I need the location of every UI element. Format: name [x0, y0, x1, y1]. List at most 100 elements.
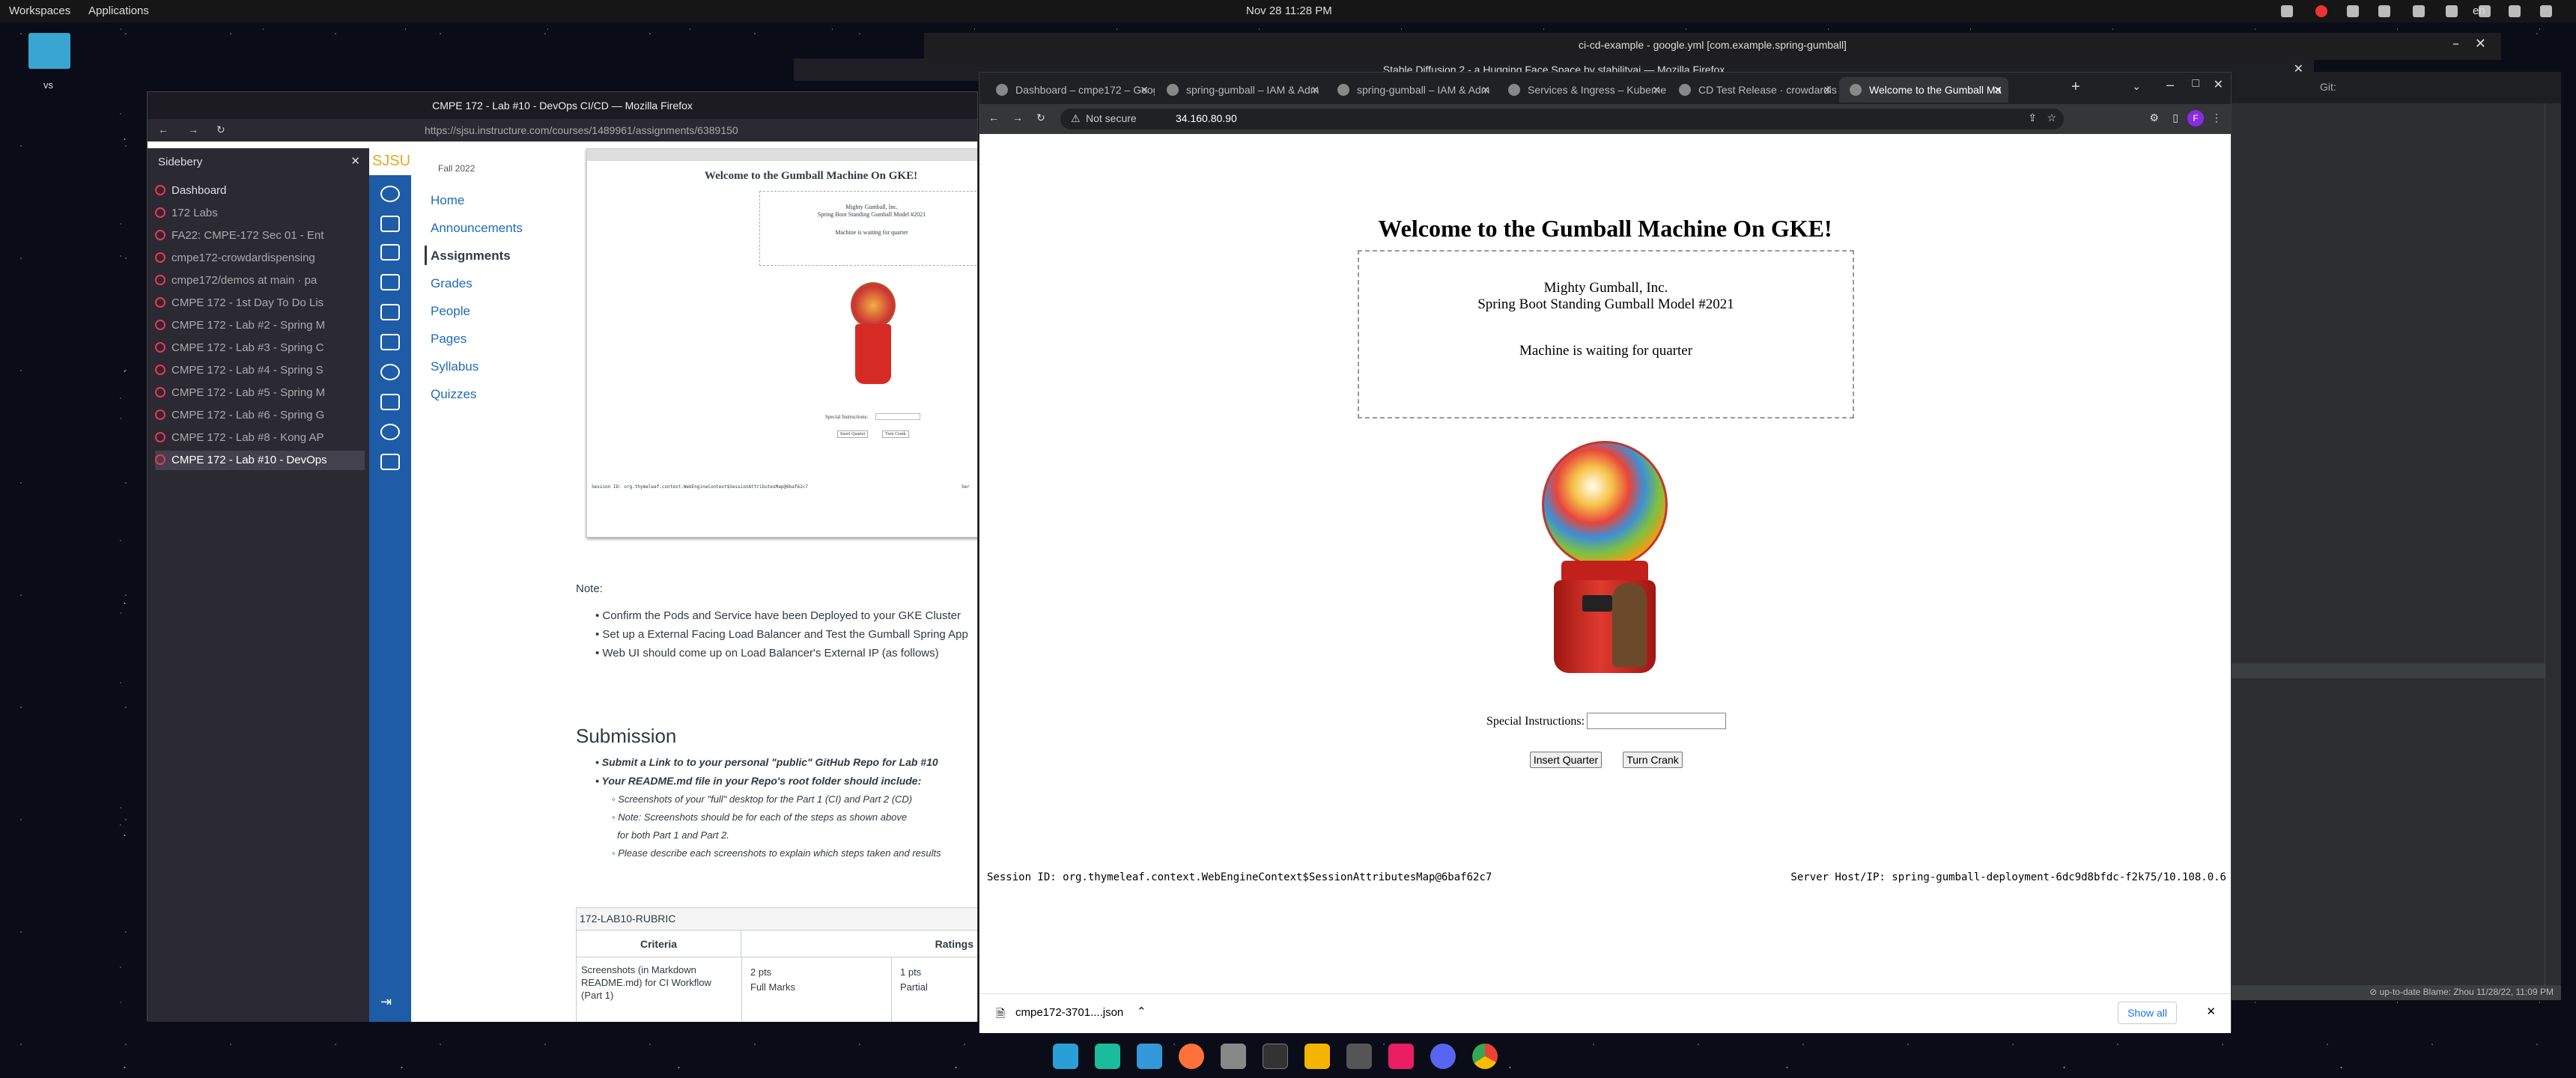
- forward-icon[interactable]: →: [1012, 112, 1023, 124]
- sidebery-title[interactable]: Sidebery: [158, 156, 202, 168]
- url-bar[interactable]: https://sjsu.instructure.com/courses/148…: [425, 124, 738, 136]
- extensions-icon[interactable]: ⚙: [2149, 112, 2159, 124]
- tab-search-icon[interactable]: ⌄: [2132, 80, 2141, 93]
- insert-quarter-button[interactable]: Insert Quarter: [1530, 752, 1602, 768]
- close-icon[interactable]: ✕: [2214, 77, 2223, 92]
- discord2-tray-icon[interactable]: [2413, 5, 2425, 17]
- account-icon[interactable]: [380, 186, 400, 202]
- omnibox[interactable]: ⚠ Not secure 34.160.80.90 ⇪ ☆: [1060, 109, 2064, 130]
- ide-editor[interactable]: [2232, 103, 2561, 882]
- browser-tab[interactable]: spring-gumball – IAM & Adm ✕: [1327, 77, 1496, 103]
- sjsu-logo[interactable]: SJSU: [369, 148, 411, 175]
- dropbox-tray-icon[interactable]: [2446, 5, 2458, 17]
- forward-icon[interactable]: →: [188, 124, 198, 135]
- close-tab-icon[interactable]: ✕: [1310, 77, 1319, 103]
- sidebery-tab[interactable]: 172 Labs: [155, 204, 365, 223]
- show-all-button[interactable]: Show all: [2118, 1002, 2177, 1024]
- profile-avatar[interactable]: F: [2187, 110, 2204, 127]
- close-tab-icon[interactable]: ✕: [1652, 77, 1661, 103]
- course-nav-syllabus[interactable]: Syllabus: [431, 359, 479, 374]
- stats-tray-icon[interactable]: [2347, 5, 2359, 17]
- sidebery-tab[interactable]: Dashboard: [155, 181, 365, 201]
- courses-icon[interactable]: [380, 274, 400, 290]
- browser-tab[interactable]: Services & Ingress – Kuberne ✕: [1498, 77, 1667, 103]
- discord-tray-icon[interactable]: [2281, 5, 2293, 17]
- clock[interactable]: Nov 28 11:28 PM: [1246, 4, 1332, 17]
- reload-icon[interactable]: ↻: [1036, 112, 1045, 124]
- intellij-dock-icon[interactable]: [1388, 1044, 1414, 1069]
- power-tray-icon[interactable]: [2540, 5, 2552, 17]
- close-icon[interactable]: ✕: [350, 154, 360, 168]
- reload-icon[interactable]: ↻: [216, 124, 225, 136]
- close-tab-icon[interactable]: ✕: [1481, 77, 1490, 103]
- library-icon[interactable]: [380, 454, 400, 470]
- network-tray-icon[interactable]: [2509, 5, 2521, 17]
- warning-icon[interactable]: ⚠: [1071, 112, 1081, 125]
- browser-tab[interactable]: spring-gumball – IAM & Adm ✕: [1156, 77, 1325, 103]
- course-nav-announcements[interactable]: Announcements: [431, 221, 523, 236]
- sidebery-tab[interactable]: FA22: CMPE-172 Sec 01 - Ent: [155, 226, 365, 246]
- sidebery-tab[interactable]: CMPE 172 - Lab #5 - Spring M: [155, 383, 365, 403]
- download-file-name[interactable]: cmpe172-3701....json: [1015, 1006, 1123, 1019]
- folder-icon[interactable]: [28, 33, 70, 69]
- workspaces-button[interactable]: Workspaces: [9, 4, 70, 17]
- new-tab-icon[interactable]: +: [2071, 79, 2080, 96]
- firefox-dock-icon[interactable]: [1179, 1044, 1204, 1069]
- turn-crank-button[interactable]: Turn Crank: [1623, 752, 1683, 768]
- sidebery-tab[interactable]: CMPE 172 - Lab #3 - Spring C: [155, 338, 365, 358]
- inbox-icon[interactable]: [380, 334, 400, 350]
- history-icon[interactable]: [380, 364, 400, 380]
- side-panel-icon[interactable]: ▯: [2172, 112, 2178, 124]
- chrome-dock-icon[interactable]: [1472, 1044, 1498, 1069]
- settings-dock-icon[interactable]: [1346, 1044, 1372, 1069]
- bookmark-star-icon[interactable]: ☆: [2047, 112, 2056, 124]
- menu-icon[interactable]: ⋮: [2211, 112, 2222, 124]
- sidebery-tab[interactable]: cmpe172-crowdardispensing: [155, 249, 365, 268]
- files-dock-icon[interactable]: [1221, 1044, 1246, 1069]
- minimize-icon[interactable]: –: [2166, 77, 2174, 93]
- close-tab-icon[interactable]: ✕: [1993, 77, 2002, 103]
- calendar-app-icon[interactable]: [1095, 1044, 1120, 1069]
- cloud-icon[interactable]: [380, 216, 400, 232]
- maximize-icon[interactable]: □: [2192, 77, 2199, 91]
- sidebery-tab[interactable]: CMPE 172 - Lab #2 - Spring M: [155, 316, 365, 335]
- browser-tab[interactable]: Welcome to the Gumball Ma ✕: [1839, 77, 2008, 103]
- settings-tray-icon[interactable]: [2378, 5, 2390, 17]
- sidebery-tab[interactable]: CMPE 172 - Lab #4 - Spring S: [155, 361, 365, 380]
- apps-grid-icon[interactable]: [1137, 1044, 1162, 1069]
- back-icon[interactable]: ←: [158, 124, 168, 135]
- dashboard-icon[interactable]: [380, 244, 400, 261]
- app-icon[interactable]: [1053, 1044, 1078, 1069]
- minimize-icon[interactable]: –: [2452, 36, 2459, 52]
- special-instructions-input[interactable]: [1587, 713, 1726, 729]
- chevron-up-icon[interactable]: ⌃: [1137, 1005, 1146, 1018]
- not-secure-label[interactable]: Not secure: [1086, 112, 1137, 124]
- browser-tab[interactable]: CD Test Release · crowdardis ✕: [1668, 77, 1838, 103]
- folder-dock-icon[interactable]: [1304, 1044, 1330, 1069]
- calendar-icon[interactable]: [380, 304, 400, 320]
- discord-dock-icon[interactable]: [1430, 1044, 1456, 1069]
- close-icon[interactable]: ✕: [2475, 36, 2486, 52]
- course-nav-quizzes[interactable]: Quizzes: [431, 387, 476, 402]
- language-indicator[interactable]: en: [2473, 4, 2485, 17]
- share-icon[interactable]: ⇪: [2028, 112, 2037, 124]
- sidebery-tab[interactable]: CMPE 172 - Lab #10 - DevOps: [155, 451, 365, 470]
- back-icon[interactable]: ←: [988, 112, 999, 124]
- url-text[interactable]: 34.160.80.90: [1176, 112, 1237, 124]
- course-nav-home[interactable]: Home: [431, 193, 464, 208]
- collapse-nav-icon[interactable]: ⇥: [380, 994, 400, 1011]
- sidebery-tab[interactable]: CMPE 172 - Lab #6 - Spring G: [155, 406, 365, 425]
- course-nav-grades[interactable]: Grades: [431, 276, 473, 291]
- sidebery-tab[interactable]: CMPE 172 - Lab #8 - Kong AP: [155, 428, 365, 448]
- browser-tab[interactable]: Dashboard – cmpe172 – Goog ✕: [985, 77, 1155, 103]
- course-nav-people[interactable]: People: [431, 304, 470, 319]
- terminal-dock-icon[interactable]: [1263, 1044, 1288, 1069]
- close-icon[interactable]: ✕: [2206, 1005, 2216, 1018]
- help-icon[interactable]: [380, 424, 400, 440]
- close-tab-icon[interactable]: ✕: [1140, 77, 1149, 103]
- sidebery-tab[interactable]: cmpe172/demos at main · pa: [155, 271, 365, 290]
- course-nav-assignments[interactable]: Assignments: [431, 249, 511, 264]
- sidebery-tab[interactable]: CMPE 172 - 1st Day To Do Lis: [155, 293, 365, 313]
- record-tray-icon[interactable]: [2315, 5, 2327, 17]
- close-tab-icon[interactable]: ✕: [1823, 77, 1832, 103]
